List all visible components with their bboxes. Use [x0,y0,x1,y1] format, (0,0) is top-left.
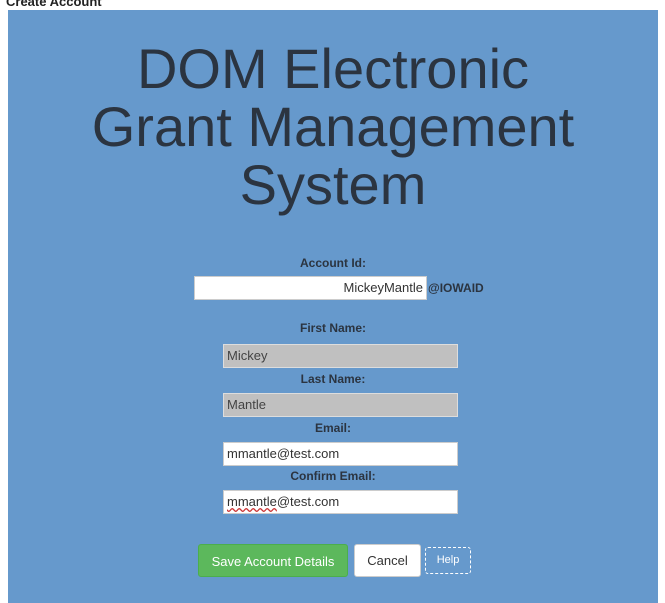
first-name-field: Mickey [223,344,458,368]
save-account-details-button[interactable]: Save Account Details [198,544,348,577]
account-id-suffix: @IOWAID [428,281,484,295]
help-button[interactable]: Help [425,547,471,574]
app-title-line-2: Grant Management [91,95,575,158]
app-title-line-3: System [239,153,427,216]
cancel-button[interactable]: Cancel [354,544,421,577]
create-account-panel: DOM Electronic Grant Management System [8,10,658,603]
confirm-email-input[interactable]: mmantle@test.com [223,490,458,514]
confirm-email-value-rest: @test.com [276,494,340,509]
last-name-value: Mantle [227,397,267,412]
first-name-value: Mickey [227,348,268,363]
email-value: mmantle@test.com [227,446,340,461]
app-title-line-1: DOM Electronic [136,37,530,100]
page-heading: Create Account [6,0,102,9]
last-name-label: Last Name: [300,372,366,386]
last-name-field: Mantle [223,393,458,417]
confirm-email-label: Confirm Email: [290,469,376,483]
app-title: DOM Electronic Grant Management System [8,40,658,214]
email-input[interactable]: mmantle@test.com [223,442,458,466]
account-id-input[interactable]: MickeyMantle [194,276,427,300]
first-name-label: First Name: [299,321,367,335]
account-id-value: MickeyMantle [343,280,423,295]
email-label: Email: [314,421,351,435]
confirm-email-misspelled-text: mmantle [227,494,277,509]
account-id-label: Account Id: [300,256,366,270]
